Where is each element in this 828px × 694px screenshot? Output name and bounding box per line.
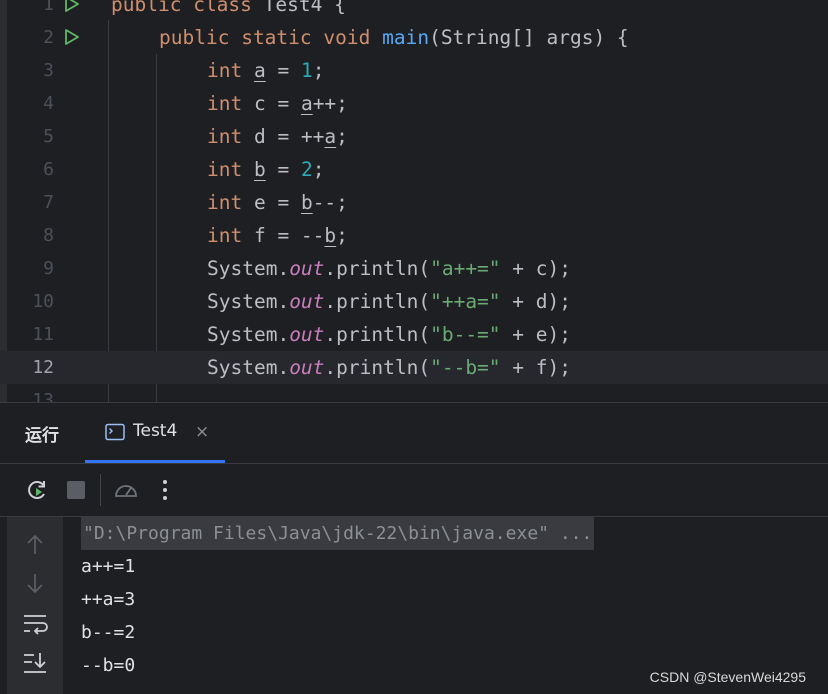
code-text: int d = ++a; (207, 125, 348, 148)
line-number: 4 (43, 93, 54, 114)
scroll-to-end-icon[interactable] (21, 650, 49, 676)
code-line[interactable]: 5 int d = ++a; (0, 120, 828, 153)
line-number: 13 (32, 390, 54, 402)
code-line[interactable]: 10 System.out.println("++a=" + d); (0, 285, 828, 318)
code-text: int f = --b; (207, 224, 348, 247)
line-number: 9 (43, 258, 54, 279)
run-gutter-icon[interactable] (63, 0, 81, 13)
code-text: public class Test4 { (111, 0, 346, 16)
run-tab-bar: 运行 Test4 × (0, 403, 828, 464)
close-icon[interactable]: × (195, 422, 209, 442)
tab-label: Test4 (133, 421, 178, 441)
line-number: 2 (43, 27, 54, 48)
soft-wrap-icon[interactable] (21, 611, 49, 637)
console-output-line: a++=1 (81, 556, 136, 577)
more-options-icon[interactable] (152, 477, 178, 503)
arrow-up-icon[interactable] (21, 532, 49, 558)
code-line[interactable]: 9 System.out.println("a++=" + c); (0, 252, 828, 285)
code-line[interactable]: 4 int c = a++; (0, 87, 828, 120)
code-text: System.out.println("--b=" + f); (207, 356, 571, 379)
run-toolbar (0, 464, 828, 517)
code-text: int a = 1; (207, 59, 325, 82)
line-number: 6 (43, 159, 54, 180)
code-text: public static void main(String[] args) { (159, 26, 629, 49)
line-number: 3 (43, 60, 54, 81)
console-output-line: b--=2 (81, 622, 136, 643)
toolbar-separator (100, 474, 101, 506)
code-line[interactable]: 13 (0, 384, 828, 402)
code-text: System.out.println("++a=" + d); (207, 290, 571, 313)
watermark: CSDN @StevenWei4295 (649, 669, 806, 685)
console-output[interactable]: "D:\Program Files\Java\jdk-22\bin\java.e… (63, 517, 828, 694)
console-command-line: "D:\Program Files\Java\jdk-22\bin\java.e… (81, 517, 595, 550)
profiler-icon[interactable] (113, 477, 139, 503)
code-line[interactable]: 3 int a = 1; (0, 54, 828, 87)
code-editor[interactable]: 1 public class Test4 { 2 public static v… (0, 0, 828, 402)
run-panel-title: 运行 (25, 426, 59, 446)
line-number: 11 (32, 324, 54, 345)
code-line[interactable]: 6 int b = 2; (0, 153, 828, 186)
code-line[interactable]: 7 int e = b--; (0, 186, 828, 219)
code-text: System.out.println("b--=" + e); (207, 323, 571, 346)
rerun-icon[interactable] (24, 477, 50, 503)
arrow-down-icon[interactable] (21, 570, 49, 596)
code-text: int b = 2; (207, 158, 325, 181)
tab-test4[interactable]: Test4 × (85, 403, 225, 463)
console-output-line: --b=0 (81, 655, 136, 676)
run-tool-window: 运行 Test4 × "D:\Program Files\Java\jdk-22… (0, 402, 828, 694)
line-number: 12 (32, 357, 54, 378)
code-text: System.out.println("a++=" + c); (207, 257, 571, 280)
console-output-line: ++a=3 (81, 589, 136, 610)
code-line[interactable]: 2 public static void main(String[] args)… (0, 21, 828, 54)
code-line-current[interactable]: 12 System.out.println("--b=" + f); (0, 351, 828, 384)
code-line[interactable]: 1 public class Test4 { (0, 0, 828, 21)
code-line[interactable]: 8 int f = --b; (0, 219, 828, 252)
console-window-icon (105, 423, 125, 441)
run-gutter-icon[interactable] (63, 28, 81, 46)
line-number: 10 (32, 291, 54, 312)
line-number: 7 (43, 192, 54, 213)
line-number: 5 (43, 126, 54, 147)
stop-icon[interactable] (63, 477, 89, 503)
code-line[interactable]: 11 System.out.println("b--=" + e); (0, 318, 828, 351)
line-number: 8 (43, 225, 54, 246)
console-side-toolbar (7, 517, 63, 694)
line-number: 1 (43, 0, 54, 15)
code-text: int c = a++; (207, 92, 348, 115)
code-text: int e = b--; (207, 191, 348, 214)
